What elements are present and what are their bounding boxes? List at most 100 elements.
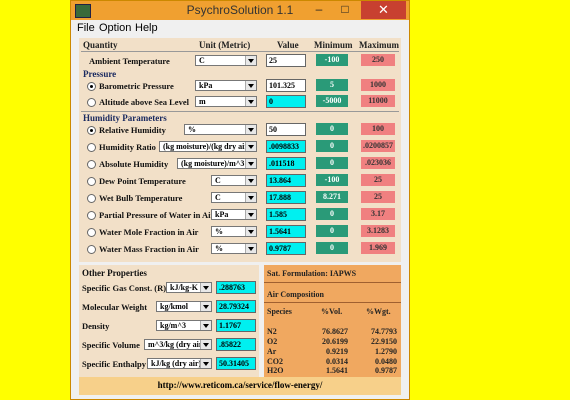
minimize-button[interactable]: – [307,1,331,19]
specific-enthalpy-value: 50.31405 [216,357,256,370]
footer-link[interactable]: http://www.reticom.ca/service/flow-energ… [79,377,401,395]
absolute-humidity-radio[interactable] [87,160,96,169]
barometric-label: Barometric Pressure [99,81,174,91]
mole-fraction-value: 1.5641 [266,225,306,238]
menu-option[interactable]: Option [99,22,131,34]
density-label: Density [82,321,110,331]
relative-humidity-radio[interactable] [87,126,96,135]
species-name: O2 [267,337,278,346]
air-composition-title: Air Composition [267,290,324,299]
specific-volume-unit-select[interactable]: m^3/kg (dry air) [144,339,212,350]
wet-bulb-value: 17.888 [266,191,306,204]
dew-point-value: 13.864 [266,174,306,187]
relative-humidity-max: 100 [361,123,395,135]
density-value: 1.1767 [216,319,256,332]
vol-header: %Vol. [321,307,343,316]
title-bar[interactable]: PsychroSolution 1.1 – □ ✕ [71,1,409,20]
close-button[interactable]: ✕ [361,1,406,19]
dew-point-label: Dew Point Temperature [99,176,186,186]
sat-divider [264,282,401,283]
header-divider [81,51,399,52]
barometric-unit-select[interactable]: kPa [195,80,257,91]
mole-fraction-unit-select[interactable]: % [211,226,257,237]
menu-help[interactable]: Help [135,22,158,34]
chevron-down-icon [200,359,211,368]
gas-const-unit-select[interactable]: kJ/kg-K [166,282,212,293]
pressure-group-title: Pressure [83,69,117,79]
menu-file[interactable]: File [77,22,95,34]
mass-fraction-label: Water Mass Fraction in Air [99,244,199,254]
humidity-ratio-radio[interactable] [87,143,96,152]
mole-fraction-label: Water Mole Fraction in Air [99,227,199,237]
gas-const-label: Specific Gas Const. (R) [82,283,167,293]
mole-fraction-radio[interactable] [87,228,96,237]
wet-bulb-radio[interactable] [87,194,96,203]
species-vol: 76.8627 [322,327,348,336]
chevron-down-icon [245,176,256,185]
chevron-down-icon [245,56,256,65]
species-name: H2O [267,366,284,375]
species-vol: 0.0314 [326,357,348,366]
gas-const-value: .288763 [216,281,256,294]
chevron-down-icon [245,81,256,90]
window-title: PsychroSolution 1.1 [186,3,294,17]
specific-enthalpy-label: Specific Enthalpy [82,359,146,369]
absolute-humidity-label: Absolute Humidity [99,159,169,169]
molecular-weight-unit-select[interactable]: kg/kmol [156,301,212,312]
sat-formulation: Sat. Formulation: IAPWS [267,269,357,278]
mass-fraction-unit-select[interactable]: % [211,243,257,254]
partial-pressure-value: 1.585 [266,208,306,221]
humidity-ratio-label: Humidity Ratio [99,142,156,152]
specific-volume-value: .85822 [216,338,256,351]
main-panel: Quantity Unit (Metric) Value Minimum Max… [79,38,401,262]
altitude-unit-select[interactable]: m [195,96,257,107]
wet-bulb-unit-select[interactable]: C [211,192,257,203]
humidity-group-title: Humidity Parameters [83,113,167,123]
species-header: Species [267,307,292,316]
partial-pressure-unit-select[interactable]: kPa [211,209,257,220]
absolute-humidity-max: .023036 [361,157,395,169]
relative-humidity-min: 0 [316,123,348,135]
mass-fraction-radio[interactable] [87,245,96,254]
air-composition-panel: Sat. Formulation: IAPWS Air Composition … [264,265,401,377]
other-properties-title: Other Properties [82,268,147,278]
relative-humidity-value-input[interactable]: 50 [266,123,306,136]
molecular-weight-value: 28.79324 [216,300,256,313]
mass-fraction-max: 1.969 [361,242,395,254]
header-maximum: Maximum [359,40,399,50]
wet-bulb-min: 8.271 [316,191,348,203]
dew-point-unit-select[interactable]: C [211,175,257,186]
partial-pressure-radio[interactable] [87,211,96,220]
dew-point-radio[interactable] [87,177,96,186]
humidity-ratio-min: 0 [316,140,348,152]
chevron-down-icon [245,159,256,168]
ambient-value-input[interactable]: 25 [266,54,306,67]
specific-enthalpy-unit-select[interactable]: kJ/kg (dry air) [147,358,212,369]
chevron-down-icon [200,340,211,349]
species-wgt: 0.0480 [375,357,397,366]
species-wgt: 74.7793 [371,327,397,336]
mass-fraction-min: 0 [316,242,348,254]
barometric-value-input[interactable]: 101.325 [266,79,306,92]
barometric-max: 1000 [361,79,395,91]
ambient-unit-select[interactable]: C [195,55,257,66]
barometric-radio[interactable] [87,82,96,91]
absolute-humidity-unit-select[interactable]: (kg moisture)/m^3 [177,158,257,169]
density-unit-select[interactable]: kg/m^3 [156,320,212,331]
humidity-ratio-unit-select[interactable]: (kg moisture)/(kg dry air) [159,141,257,152]
species-wgt: 1.2790 [375,347,397,356]
species-vol: 20.6199 [322,337,348,346]
chevron-down-icon [245,244,256,253]
section-divider [81,111,399,112]
relative-humidity-unit-select[interactable]: % [184,124,257,135]
altitude-radio[interactable] [87,98,96,107]
species-name: N2 [267,327,277,336]
chevron-down-icon [245,210,256,219]
humidity-ratio-max: .0200857 [361,140,395,152]
maximize-button[interactable]: □ [333,1,357,19]
wet-bulb-label: Wet Bulb Temperature [99,193,183,203]
dew-point-min: -100 [316,174,348,186]
wet-bulb-max: 25 [361,191,395,203]
species-name: Ar [267,347,277,356]
wgt-header: %Wgt. [366,307,391,316]
